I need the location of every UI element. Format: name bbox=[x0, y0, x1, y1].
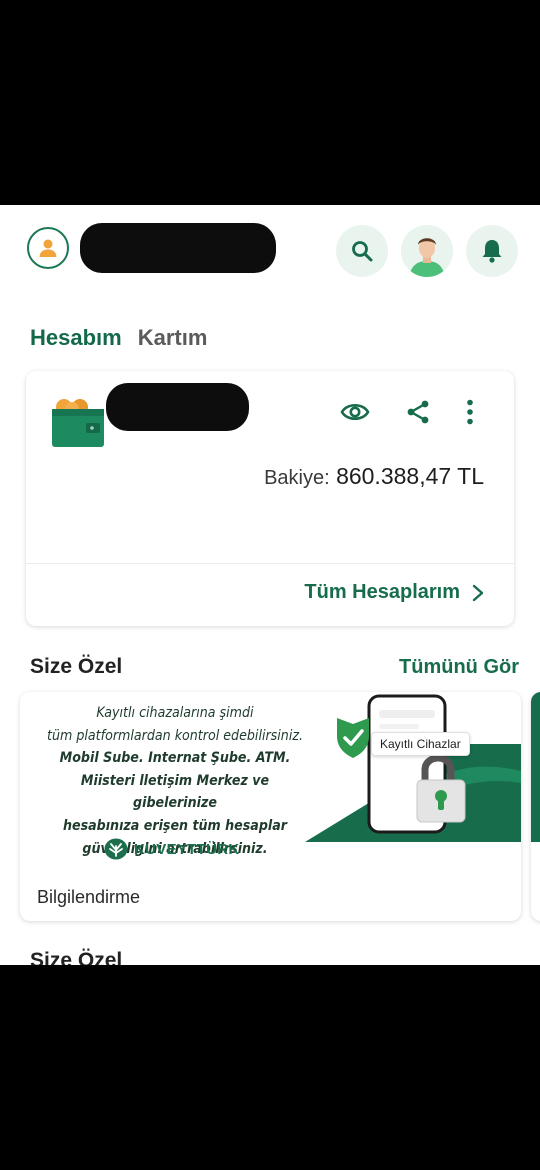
redacted-account-name bbox=[106, 383, 249, 431]
account-card[interactable]: Bakiye: 860.388,47 TL Tüm Hesaplarım bbox=[26, 371, 514, 626]
search-button[interactable] bbox=[336, 225, 388, 277]
promo-message: Kayıtlı cihazalarına şimdi tüm platforml… bbox=[39, 702, 312, 860]
all-accounts-link[interactable]: Tüm Hesaplarım bbox=[304, 581, 484, 604]
more-vertical-icon[interactable] bbox=[466, 399, 474, 425]
user-avatar-button[interactable] bbox=[27, 227, 69, 269]
promo-card[interactable]: Kayıtlı cihazalarına şimdi tüm platforml… bbox=[20, 692, 521, 921]
section-title-2: Size Özel bbox=[30, 949, 123, 965]
see-all-link[interactable]: Tümünü Gör bbox=[399, 656, 519, 679]
balance-value: 860.388,47 TL bbox=[336, 463, 484, 489]
promo-line: Miisteri lletişim Merkez ve gibelerinize bbox=[80, 772, 270, 812]
profile-photo-button[interactable] bbox=[401, 225, 453, 277]
promo-line: tüm platformlardan kontrol edebilirsiniz… bbox=[46, 727, 304, 744]
redacted-user-name bbox=[80, 223, 276, 273]
app-screen: Hesabım Kartım Bakiye: 860.388,47 TL Tüm… bbox=[0, 205, 540, 965]
wallet-icon bbox=[52, 399, 104, 447]
brand-logo: KUVEYTTÜRK bbox=[104, 838, 240, 860]
balance-label: Bakiye: bbox=[264, 467, 330, 489]
chevron-right-icon bbox=[472, 584, 484, 601]
all-accounts-label: Tüm Hesaplarım bbox=[304, 581, 460, 603]
account-tabs: Hesabım Kartım bbox=[30, 325, 207, 351]
next-promo-card[interactable] bbox=[531, 692, 540, 921]
card-divider bbox=[26, 563, 514, 564]
profile-photo bbox=[401, 225, 453, 277]
phone-tag: Kayıtlı Cihazlar bbox=[371, 732, 470, 756]
promo-line: Mobil Sube. Internat Şube. ATM. bbox=[59, 750, 291, 767]
next-promo-image bbox=[531, 692, 540, 842]
brand-name: KUVEYTTÜRK bbox=[134, 840, 240, 858]
section-title: Size Özel bbox=[30, 655, 123, 678]
promo-label: Bilgilendirme bbox=[37, 887, 141, 907]
share-icon[interactable] bbox=[406, 399, 430, 425]
user-icon bbox=[39, 239, 57, 257]
card-actions bbox=[340, 399, 474, 425]
notifications-button[interactable] bbox=[466, 225, 518, 277]
promo-illustration bbox=[305, 694, 521, 842]
bell-icon bbox=[482, 240, 502, 263]
tab-kartim[interactable]: Kartım bbox=[138, 325, 208, 351]
eye-icon[interactable] bbox=[340, 401, 370, 423]
kuveytturk-logo-icon bbox=[104, 838, 128, 860]
search-icon bbox=[352, 241, 373, 262]
tab-hesabim[interactable]: Hesabım bbox=[30, 325, 122, 351]
promo-line: Kayıtlı cihazalarına şimdi bbox=[96, 705, 254, 721]
promo-line: hesabınıza erişen tüm hesaplar bbox=[62, 817, 288, 834]
account-balance: Bakiye: 860.388,47 TL bbox=[264, 463, 484, 490]
